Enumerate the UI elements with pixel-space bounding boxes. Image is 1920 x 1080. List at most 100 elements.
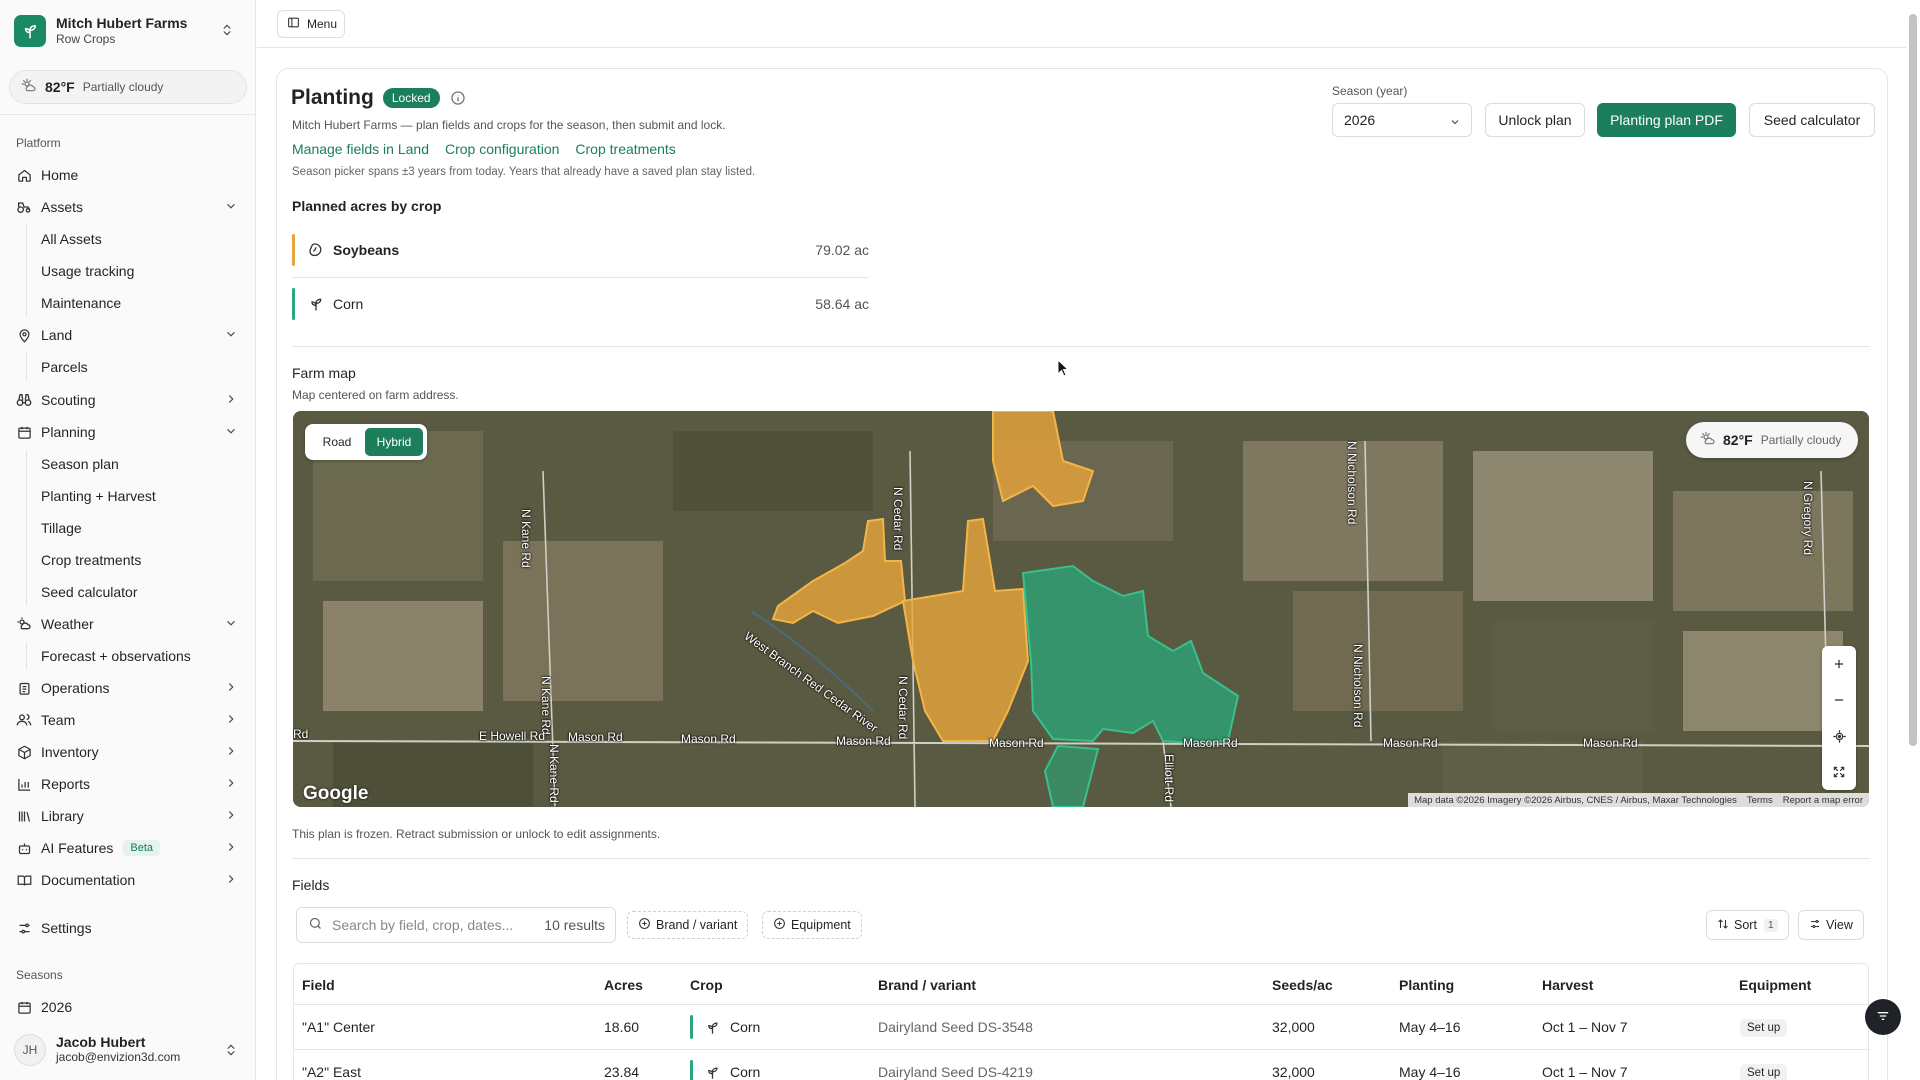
view-button[interactable]: View bbox=[1798, 910, 1864, 940]
sidebar-subitem-crop-treatments[interactable]: Crop treatments bbox=[41, 547, 141, 573]
manage-fields-link[interactable]: Manage fields in Land bbox=[292, 141, 429, 157]
sidebar-item-land[interactable]: Land bbox=[8, 321, 248, 349]
sidebar-subitem-season-plan[interactable]: Season plan bbox=[41, 451, 119, 477]
crop-color-bar bbox=[292, 288, 295, 320]
user-menu[interactable]: JH Jacob Hubert jacob@envizion3d.com bbox=[14, 1030, 246, 1070]
sidebar-item-settings[interactable]: Settings bbox=[8, 914, 248, 942]
brand-variant-filter[interactable]: Brand / variant bbox=[627, 911, 749, 939]
avatar: JH bbox=[14, 1034, 46, 1066]
cell-crop[interactable]: Corn bbox=[690, 1060, 760, 1080]
sidebar-item-planning[interactable]: Planning bbox=[8, 418, 248, 446]
fullscreen-button[interactable] bbox=[1822, 754, 1856, 790]
platform-label: Platform bbox=[16, 136, 61, 150]
cell-crop[interactable]: Corn bbox=[690, 1015, 760, 1039]
cell-brand[interactable]: Dairyland Seed DS-3548 bbox=[878, 1019, 1033, 1035]
cursor-icon bbox=[1057, 359, 1069, 377]
sidebar-subitem-maintenance[interactable]: Maintenance bbox=[41, 290, 121, 316]
report-map-error-link[interactable]: Report a map error bbox=[1783, 795, 1863, 806]
weather-widget[interactable]: 82°F Partially cloudy bbox=[9, 70, 247, 104]
cell-field[interactable]: "A1" Center bbox=[302, 1019, 375, 1035]
crop-configuration-link[interactable]: Crop configuration bbox=[445, 141, 559, 157]
zoom-out-button[interactable] bbox=[1822, 682, 1856, 718]
seed-calculator-button[interactable]: Seed calculator bbox=[1749, 103, 1875, 137]
scrollbar-thumb[interactable] bbox=[1909, 14, 1917, 746]
tractor-icon bbox=[16, 199, 32, 215]
sidebar-item-home[interactable]: Home bbox=[8, 161, 248, 189]
info-icon[interactable] bbox=[450, 90, 466, 106]
bean-icon bbox=[308, 242, 324, 258]
submenu-rail bbox=[26, 450, 27, 606]
divider bbox=[292, 346, 1870, 347]
sprout-icon bbox=[308, 296, 324, 312]
season-select[interactable]: 2026 bbox=[1332, 103, 1472, 137]
map-type-toggle[interactable]: Road Hybrid bbox=[305, 424, 427, 460]
cell-brand[interactable]: Dairyland Seed DS-4219 bbox=[878, 1064, 1033, 1080]
map-road-option[interactable]: Road bbox=[309, 428, 365, 456]
zoom-in-button[interactable] bbox=[1822, 646, 1856, 682]
equipment-filter[interactable]: Equipment bbox=[762, 911, 862, 939]
scrollbar[interactable] bbox=[1906, 0, 1920, 1080]
assistant-button[interactable] bbox=[1865, 999, 1901, 1035]
column-header-equipment[interactable]: Equipment bbox=[1739, 977, 1811, 993]
column-header-field[interactable]: Field bbox=[302, 977, 335, 993]
status-badge: Locked bbox=[382, 88, 440, 108]
chevron-down-icon bbox=[224, 199, 238, 216]
weather-condition: Partially cloudy bbox=[82, 80, 164, 94]
sidebar-item-team[interactable]: Team bbox=[8, 706, 248, 734]
sidebar-subitem-seed-calculator[interactable]: Seed calculator bbox=[41, 579, 138, 605]
column-header-seeds[interactable]: Seeds/ac bbox=[1272, 977, 1333, 993]
sidebar-item-reports[interactable]: Reports bbox=[8, 770, 248, 798]
org-switcher[interactable]: Mitch Hubert Farms Row Crops bbox=[14, 14, 242, 48]
list-filter-icon bbox=[1875, 1008, 1891, 1027]
road-label: N Cedar Rd bbox=[891, 487, 905, 551]
chevron-right-icon bbox=[224, 776, 238, 793]
column-header-planting[interactable]: Planting bbox=[1399, 977, 1454, 993]
unlock-plan-button[interactable]: Unlock plan bbox=[1485, 103, 1585, 137]
planting-plan-pdf-button[interactable]: Planting plan PDF bbox=[1597, 103, 1736, 137]
sprout-icon bbox=[14, 15, 46, 47]
sidebar-subitem-tillage[interactable]: Tillage bbox=[41, 515, 82, 541]
farm-map[interactable]: Road Hybrid 82°F Partially cloudy N Kane… bbox=[293, 411, 1869, 807]
sort-button[interactable]: Sort 1 bbox=[1706, 910, 1789, 940]
terms-link[interactable]: Terms bbox=[1747, 795, 1773, 806]
road-label: E Howell Rd bbox=[479, 729, 546, 743]
crop-name: Soybeans bbox=[333, 242, 400, 258]
menu-button[interactable]: Menu bbox=[277, 10, 345, 38]
sort-label: Sort bbox=[1734, 918, 1757, 932]
seasons-label: Seasons bbox=[16, 968, 63, 982]
sidebar-item-library[interactable]: Library bbox=[8, 802, 248, 830]
column-header-acres[interactable]: Acres bbox=[604, 977, 643, 993]
sidebar-subitem-planting-harvest[interactable]: Planting + Harvest bbox=[41, 483, 156, 509]
sidebar-item-documentation[interactable]: Documentation bbox=[8, 866, 248, 894]
sprout-icon bbox=[705, 1065, 720, 1080]
sidebar-item-season-2026[interactable]: 2026 bbox=[8, 993, 248, 1021]
search-input[interactable]: Search by field, crop, dates... 10 resul… bbox=[296, 907, 616, 943]
sidebar-item-weather[interactable]: Weather bbox=[8, 610, 248, 638]
google-logo: Google bbox=[303, 783, 369, 804]
column-header-crop[interactable]: Crop bbox=[690, 977, 723, 993]
crop-label: Corn bbox=[730, 1064, 761, 1080]
sidebar-subitem-forecast[interactable]: Forecast + observations bbox=[41, 643, 191, 669]
road-label: N Gregory Rd bbox=[1801, 481, 1815, 556]
sidebar-subitem-all-assets[interactable]: All Assets bbox=[41, 226, 102, 252]
sidebar-subitem-usage-tracking[interactable]: Usage tracking bbox=[41, 258, 134, 284]
submenu-rail bbox=[26, 642, 27, 670]
sidebar-item-ai-features[interactable]: AI Features Beta bbox=[8, 834, 248, 862]
sidebar-item-assets[interactable]: Assets bbox=[8, 193, 248, 221]
equipment-setup-button[interactable]: Set up bbox=[1740, 1019, 1788, 1037]
locate-button[interactable] bbox=[1822, 718, 1856, 754]
sidebar-item-operations[interactable]: Operations bbox=[8, 674, 248, 702]
sidebar-subitem-parcels[interactable]: Parcels bbox=[41, 354, 88, 380]
crop-treatments-link[interactable]: Crop treatments bbox=[575, 141, 675, 157]
cell-field[interactable]: "A2" East bbox=[302, 1064, 361, 1080]
equipment-setup-button[interactable]: Set up bbox=[1740, 1064, 1788, 1080]
map-hybrid-option[interactable]: Hybrid bbox=[365, 428, 423, 456]
sidebar-item-scouting[interactable]: Scouting bbox=[8, 386, 248, 414]
crop-name: Corn bbox=[333, 296, 364, 312]
column-header-harvest[interactable]: Harvest bbox=[1542, 977, 1593, 993]
road-label: Elliott Rd bbox=[1162, 754, 1176, 803]
column-header-brand[interactable]: Brand / variant bbox=[878, 977, 976, 993]
fields-table: Field Acres Crop Brand / variant Seeds/a… bbox=[293, 963, 1870, 1080]
sidebar-item-inventory[interactable]: Inventory bbox=[8, 738, 248, 766]
cell-seeds: 32,000 bbox=[1272, 1064, 1315, 1080]
